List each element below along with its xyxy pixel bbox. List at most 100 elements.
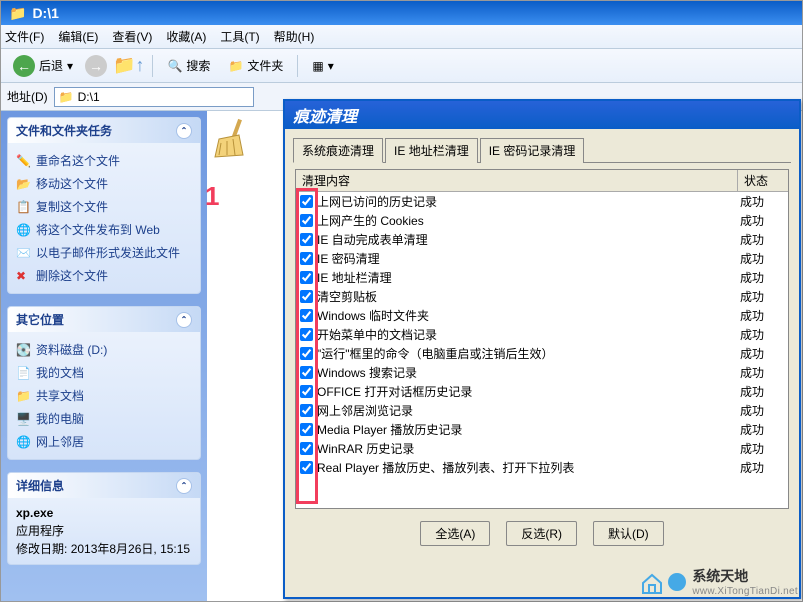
search-button[interactable]: 🔍 搜索 — [161, 55, 216, 76]
copy-icon: 📋 — [16, 200, 30, 214]
annotation-marker: 1 — [205, 181, 219, 212]
task-label: 将这个文件发布到 Web — [36, 221, 160, 238]
tab-ie-address[interactable]: IE 地址栏清理 — [385, 138, 478, 163]
details-header[interactable]: 详细信息 ⌃ — [8, 473, 200, 498]
cleanup-checkbox[interactable] — [300, 233, 313, 246]
tasks-panel: 文件和文件夹任务 ⌃ ✏️重命名这个文件📂移动这个文件📋复制这个文件🌐将这个文件… — [7, 117, 201, 294]
cleanup-row[interactable]: 上网已访问的历史记录成功 — [296, 192, 788, 211]
cleanup-checkbox[interactable] — [300, 271, 313, 284]
cleanup-row[interactable]: WinRAR 历史记录成功 — [296, 439, 788, 458]
place-item[interactable]: 💽资料磁盘 (D:) — [16, 338, 192, 361]
list-header: 清理内容 状态 — [296, 170, 788, 192]
cleanup-checkbox[interactable] — [300, 347, 313, 360]
place-item[interactable]: 📁共享文档 — [16, 384, 192, 407]
folder-up-button[interactable]: 📁↑ — [113, 55, 144, 76]
cleanup-row[interactable]: 清空剪贴板成功 — [296, 287, 788, 306]
cleanup-row[interactable]: 开始菜单中的文档记录成功 — [296, 325, 788, 344]
email-icon: ✉️ — [16, 246, 30, 260]
menu-edit[interactable]: 编辑(E) — [58, 28, 98, 45]
address-label: 地址(D) — [7, 88, 48, 105]
cleanup-checkbox[interactable] — [300, 252, 313, 265]
task-item[interactable]: ✉️ 以电子邮件形式发送此文件 — [16, 241, 192, 264]
cleanup-row[interactable]: IE 密码清理成功 — [296, 249, 788, 268]
folders-button[interactable]: 📁 文件夹 — [222, 55, 289, 76]
dialog-titlebar[interactable]: 痕迹清理 — [285, 101, 799, 129]
sidebar: 文件和文件夹任务 ⌃ ✏️重命名这个文件📂移动这个文件📋复制这个文件🌐将这个文件… — [1, 111, 207, 601]
cleanup-row[interactable]: IE 自动完成表单清理成功 — [296, 230, 788, 249]
cleanup-row[interactable]: 网上邻居浏览记录成功 — [296, 401, 788, 420]
cleanup-label: IE 密码清理 — [317, 250, 740, 267]
place-item[interactable]: 📄我的文档 — [16, 361, 192, 384]
cleanup-row[interactable]: IE 地址栏清理成功 — [296, 268, 788, 287]
cleanup-checkbox[interactable] — [300, 290, 313, 303]
dialog-tabs: 系统痕迹清理 IE 地址栏清理 IE 密码记录清理 — [293, 137, 791, 163]
places-header[interactable]: 其它位置 ⌃ — [8, 307, 200, 332]
task-item[interactable]: ✏️重命名这个文件 — [16, 149, 192, 172]
forward-button[interactable]: → — [85, 55, 107, 77]
cleanup-checkbox[interactable] — [300, 195, 313, 208]
place-label: 网上邻居 — [36, 433, 84, 450]
task-item[interactable]: 📋复制这个文件 — [16, 195, 192, 218]
cleanup-label: Media Player 播放历史记录 — [317, 421, 740, 438]
cleanup-status: 成功 — [740, 421, 784, 438]
details-modified: 修改日期: 2013年8月26日, 15:15 — [16, 540, 192, 558]
view-icon: ▦ — [312, 59, 323, 73]
address-input[interactable]: 📁 D:\1 — [54, 87, 254, 107]
folders-icon: 📁 — [228, 59, 243, 73]
menu-favorites[interactable]: 收藏(A) — [166, 28, 206, 45]
view-mode-button[interactable]: ▦ ▾ — [306, 57, 339, 75]
task-label: 删除这个文件 — [36, 267, 108, 284]
cleanup-row[interactable]: "运行"框里的命令（电脑重启或注销后生效）成功 — [296, 344, 788, 363]
select-all-button[interactable]: 全选(A) — [420, 521, 490, 546]
tasks-header[interactable]: 文件和文件夹任务 ⌃ — [8, 118, 200, 143]
cleanup-row[interactable]: Media Player 播放历史记录成功 — [296, 420, 788, 439]
task-item[interactable]: 🌐将这个文件发布到 Web — [16, 218, 192, 241]
menu-tools[interactable]: 工具(T) — [220, 28, 259, 45]
cleanup-checkbox[interactable] — [300, 366, 313, 379]
cleanup-status: 成功 — [740, 326, 784, 343]
task-label: 以电子邮件形式发送此文件 — [36, 244, 180, 261]
cleanup-checkbox[interactable] — [300, 423, 313, 436]
places-title: 其它位置 — [16, 311, 64, 328]
invert-button[interactable]: 反选(R) — [506, 521, 577, 546]
task-item[interactable]: ✖删除这个文件 — [16, 264, 192, 287]
cleanup-checkbox[interactable] — [300, 442, 313, 455]
cleanup-checkbox[interactable] — [300, 461, 313, 474]
task-item[interactable]: 📂移动这个文件 — [16, 172, 192, 195]
dialog-title: 痕迹清理 — [293, 103, 357, 127]
cleanup-checkbox[interactable] — [300, 214, 313, 227]
cleanup-row[interactable]: OFFICE 打开对话框历史记录成功 — [296, 382, 788, 401]
cleanup-status: 成功 — [740, 383, 784, 400]
place-item[interactable]: 🖥️我的电脑 — [16, 407, 192, 430]
tab-ie-password[interactable]: IE 密码记录清理 — [480, 138, 585, 163]
back-button[interactable]: ← 后退 ▾ — [7, 53, 79, 79]
details-filename: xp.exe — [16, 504, 192, 522]
place-item[interactable]: 🌐网上邻居 — [16, 430, 192, 453]
cleanup-label: WinRAR 历史记录 — [317, 440, 740, 457]
menu-file[interactable]: 文件(F) — [5, 28, 44, 45]
details-panel: 详细信息 ⌃ xp.exe 应用程序 修改日期: 2013年8月26日, 15:… — [7, 472, 201, 565]
default-button[interactable]: 默认(D) — [593, 521, 664, 546]
cleanup-checkbox[interactable] — [300, 328, 313, 341]
cleanup-checkbox[interactable] — [300, 385, 313, 398]
cleanup-row[interactable]: 上网产生的 Cookies成功 — [296, 211, 788, 230]
cleanup-dialog: 痕迹清理 系统痕迹清理 IE 地址栏清理 IE 密码记录清理 清理内容 状态 上… — [283, 99, 801, 599]
tab-system-cleanup[interactable]: 系统痕迹清理 — [293, 138, 383, 163]
cleanup-checkbox[interactable] — [300, 404, 313, 417]
cleanup-row[interactable]: Windows 搜索记录成功 — [296, 363, 788, 382]
cleanup-checkbox[interactable] — [300, 309, 313, 322]
chevron-up-icon: ⌃ — [176, 312, 192, 328]
column-name[interactable]: 清理内容 — [296, 170, 738, 191]
cleaner-app-icon[interactable] — [213, 117, 255, 159]
search-label: 搜索 — [186, 57, 210, 74]
cleanup-label: 网上邻居浏览记录 — [317, 402, 740, 419]
column-status[interactable]: 状态 — [738, 170, 788, 191]
place-label: 我的电脑 — [36, 410, 84, 427]
dropdown-icon: ▾ — [328, 59, 334, 73]
cleanup-row[interactable]: Real Player 播放历史、播放列表、打开下拉列表成功 — [296, 458, 788, 477]
cleanup-row[interactable]: Windows 临时文件夹成功 — [296, 306, 788, 325]
menu-help[interactable]: 帮助(H) — [274, 28, 315, 45]
menu-view[interactable]: 查看(V) — [112, 28, 152, 45]
docs-icon: 📄 — [16, 366, 30, 380]
cleanup-status: 成功 — [740, 402, 784, 419]
